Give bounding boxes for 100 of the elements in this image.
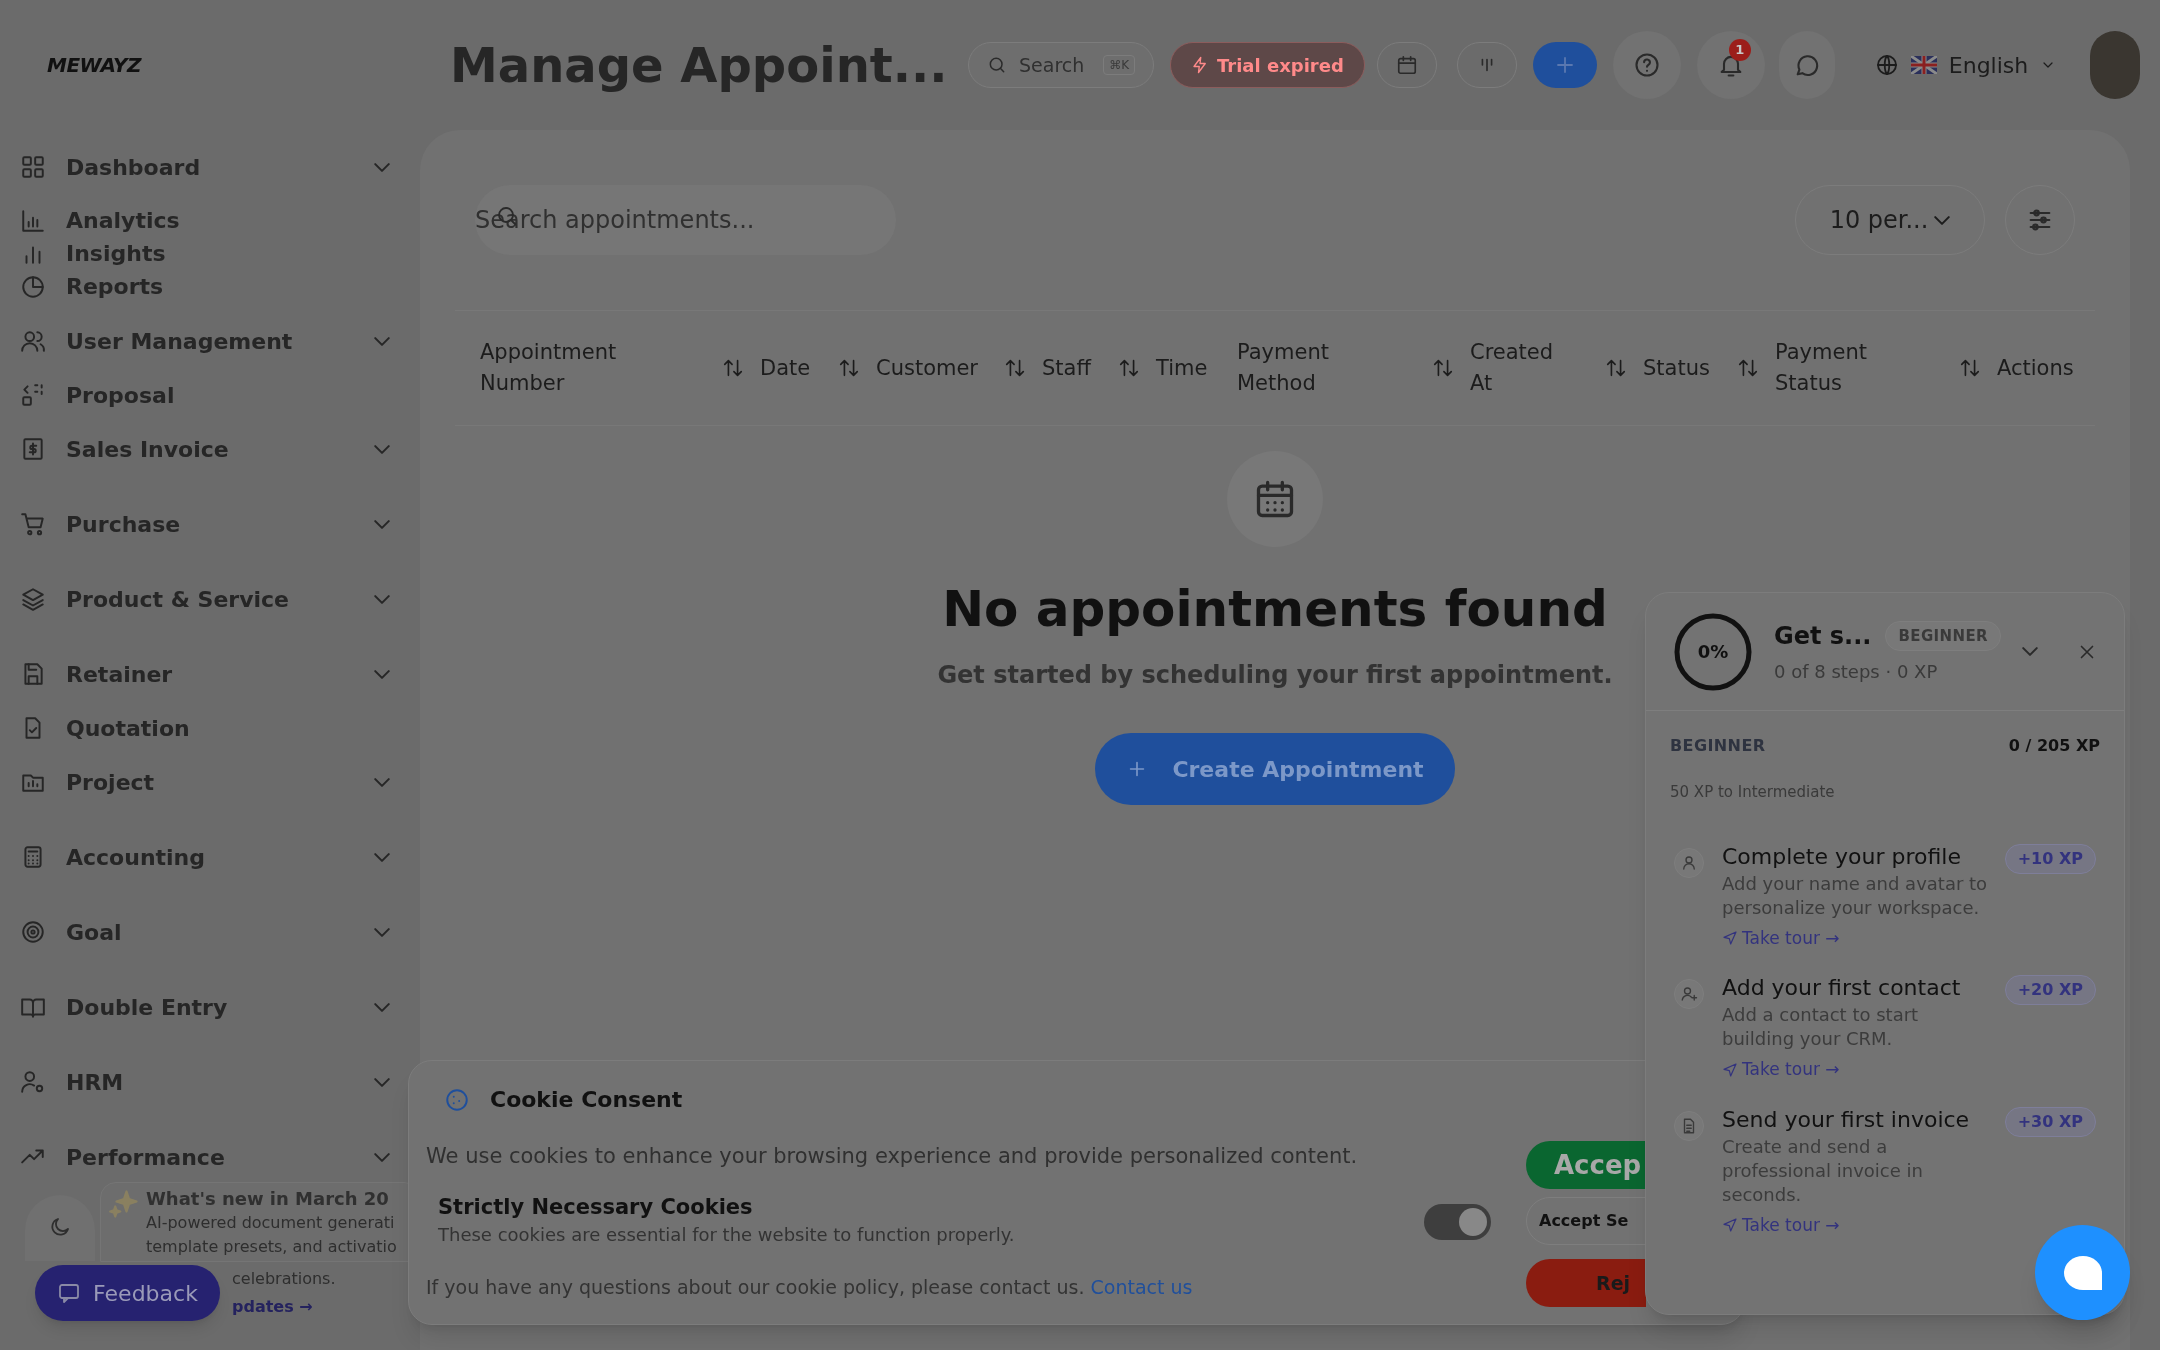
take-tour-link[interactable]: Take tour → xyxy=(1722,1212,1992,1238)
column-header[interactable]: Date xyxy=(760,352,876,384)
chevron-down-icon xyxy=(374,162,390,172)
shapes-icon xyxy=(20,382,46,408)
create-appointment-button[interactable]: Create Appointment xyxy=(1095,733,1455,805)
user-plus-badge-icon xyxy=(1674,979,1704,1009)
cookie-category-title: Strictly Necessary Cookies xyxy=(438,1194,753,1221)
sort-icon xyxy=(1605,357,1627,379)
sidebar-item[interactable]: Goal xyxy=(20,905,390,959)
sort-icon xyxy=(1004,357,1026,379)
sort-icon xyxy=(1118,357,1140,379)
column-header[interactable]: Created At xyxy=(1470,337,1643,399)
sidebar-subitem[interactable]: Reports xyxy=(20,270,390,303)
column-header[interactable]: Staff xyxy=(1042,352,1156,384)
pie-chart-icon xyxy=(20,273,46,300)
sidebar-item[interactable]: Quotation xyxy=(20,701,390,755)
grid-icon xyxy=(20,154,46,180)
language-selector[interactable]: English xyxy=(1874,48,2057,82)
theme-toggle[interactable] xyxy=(25,1195,95,1261)
notifications-button[interactable]: 1 xyxy=(1696,31,1765,99)
column-header[interactable]: Appointment Number xyxy=(480,337,760,399)
chevron-down-icon xyxy=(374,852,390,862)
chevron-down-icon xyxy=(374,927,390,937)
sidebar-item[interactable]: Purchase xyxy=(20,497,390,551)
onboarding-title: Get s... xyxy=(1774,621,1872,652)
document-badge-icon xyxy=(1674,1110,1704,1141)
whats-new-text: celebrations. xyxy=(232,1268,336,1290)
layers-icon xyxy=(20,586,46,612)
send-icon xyxy=(1722,1061,1738,1078)
column-header[interactable]: Time xyxy=(1156,352,1237,384)
search-appointments-field[interactable]: Search appointments... xyxy=(475,185,896,255)
help-icon xyxy=(1632,51,1661,79)
dollar-document-icon xyxy=(20,436,46,462)
sidebar-item[interactable]: Accounting xyxy=(20,830,390,884)
cookie-message: We use cookies to enhance your browsing experience and provide personalized content. xyxy=(426,1143,1358,1170)
column-header[interactable]: Status xyxy=(1643,352,1775,384)
chat-bubble-icon xyxy=(2063,1255,2102,1290)
bolt-icon xyxy=(1191,56,1209,74)
take-tour-link[interactable]: Take tour → xyxy=(1722,1057,1992,1083)
search-placeholder: Search xyxy=(1019,52,1085,78)
sidebar-item[interactable]: Proposal xyxy=(20,368,390,422)
task-title: Send your first invoice xyxy=(1722,1105,1971,1134)
notification-badge: 1 xyxy=(1728,39,1751,61)
cookie-settings-button[interactable]: Accept Se xyxy=(1526,1197,1646,1245)
chart-icon xyxy=(20,207,46,234)
cart-icon xyxy=(20,511,46,537)
cookie-title: Cookie Consent xyxy=(490,1086,683,1114)
message-icon xyxy=(57,1281,82,1305)
chevron-down-icon xyxy=(374,594,390,604)
sort-icon xyxy=(1432,357,1454,379)
sidebar-item[interactable]: Retainer xyxy=(20,647,390,701)
sidebar-item[interactable]: User Management xyxy=(20,314,390,368)
sidebar-subitem[interactable]: Insights xyxy=(20,237,390,270)
sidebar-item[interactable]: HRM xyxy=(20,1055,390,1109)
moon-icon xyxy=(48,1215,72,1239)
cookie-category-description: These cookies are essential for the website to function properly. xyxy=(438,1223,1015,1247)
next-level-text: 50 XP to Intermediate xyxy=(1669,782,1836,803)
collapse-button[interactable] xyxy=(2022,647,2038,656)
column-header[interactable]: Actions xyxy=(1997,352,2117,384)
cookie-reject-button[interactable]: Rej xyxy=(1526,1259,1646,1307)
chevron-down-icon xyxy=(374,336,390,346)
sidebar-item[interactable]: Dashboard xyxy=(20,140,390,194)
column-header[interactable]: Payment Status xyxy=(1775,337,1997,399)
xp-badge: +30 XP xyxy=(2004,1106,2096,1137)
chevron-down-icon xyxy=(2022,647,2038,656)
chevron-down-icon xyxy=(374,1077,390,1087)
whats-new-text: AI-powered document generati xyxy=(146,1212,396,1234)
take-tour-link[interactable]: Take tour → xyxy=(1722,925,1992,951)
cookie-accept-button[interactable]: Accep xyxy=(1526,1141,1646,1189)
sidebar-item[interactable]: Performance xyxy=(20,1130,390,1184)
calendar-icon xyxy=(1395,54,1418,76)
xp-badge: +10 XP xyxy=(2004,843,2096,874)
tier-label: BEGINNER xyxy=(1670,735,1766,757)
steps-text: 0 of 8 steps · 0 XP xyxy=(1774,660,1939,684)
users-icon xyxy=(20,328,46,354)
sidebar-item[interactable]: Double Entry xyxy=(20,980,390,1034)
send-icon xyxy=(1722,930,1738,947)
sidebar-subitem[interactable]: Analytics xyxy=(20,204,390,237)
chevron-down-icon xyxy=(374,1152,390,1162)
empty-state-title: No appointments found xyxy=(942,579,1608,640)
globe-icon xyxy=(1874,53,1899,77)
updates-link[interactable]: pdates → xyxy=(232,1296,313,1318)
chevron-down-icon xyxy=(374,777,390,787)
sidebar-item[interactable]: Sales Invoice xyxy=(20,422,390,476)
contact-link[interactable]: Contact us xyxy=(1090,1276,1193,1298)
column-header[interactable]: Customer xyxy=(876,352,1042,384)
sidebar-item[interactable]: Project xyxy=(20,755,390,809)
trial-expired-badge[interactable]: Trial expired xyxy=(1170,42,1365,88)
whats-new-title: What's new in March 20 xyxy=(146,1187,390,1211)
task-title: Complete your profile xyxy=(1722,842,1962,871)
whats-new-text: template presets, and activatio xyxy=(146,1236,398,1258)
cookie-footer-text: If you have any questions about our cookie policy, please contact us. Contact us xyxy=(426,1275,1193,1300)
avatar[interactable] xyxy=(2090,31,2141,99)
cookie-icon xyxy=(444,1086,470,1113)
level-badge: BEGINNER xyxy=(1885,621,2001,651)
sidebar-item[interactable]: Product & Service xyxy=(20,572,390,626)
column-header[interactable]: Payment Method xyxy=(1237,337,1470,399)
toggle-switch[interactable] xyxy=(1424,1204,1491,1240)
logo[interactable]: MEWAYZ xyxy=(0,50,450,80)
feedback-button[interactable]: Feedback xyxy=(35,1265,220,1321)
